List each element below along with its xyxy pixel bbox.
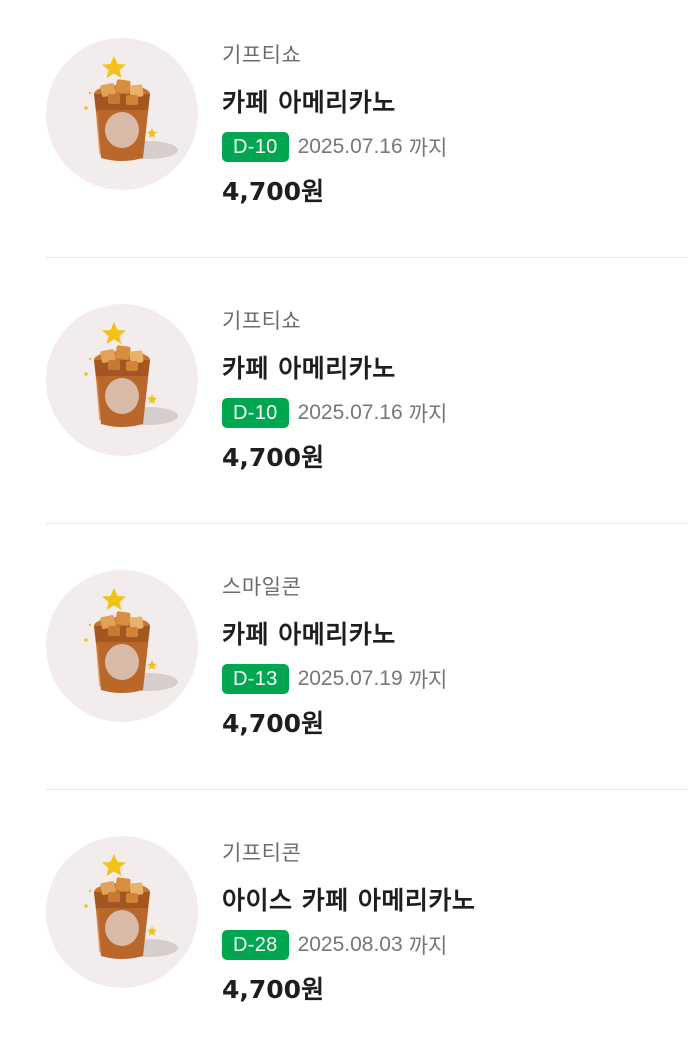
divider (46, 523, 688, 524)
expiry-date: 2025.07.16 (297, 135, 403, 158)
expiry-date: 2025.08.03 (297, 933, 403, 956)
dday-badge: D-13 (222, 664, 289, 694)
dday-badge: D-10 (222, 398, 289, 428)
item-info: 스마일콘 카페 아메리카노 D-13 2025.07.19 까지 4,700원 (222, 572, 662, 741)
dday-badge: D-28 (222, 930, 289, 960)
list-item[interactable]: 기프티콘 아이스 카페 아메리카노 D-28 2025.08.03 까지 4,7… (0, 798, 688, 1064)
price: 4,700원 (222, 177, 325, 206)
price: 4,700원 (222, 709, 325, 738)
divider (46, 257, 688, 258)
expiry-date: 2025.07.16 (297, 401, 403, 424)
product-name: 카페 아메리카노 (222, 620, 396, 649)
brand-label: 스마일콘 (222, 575, 302, 599)
brand-label: 기프티쇼 (222, 43, 302, 67)
expiry-suffix: 까지 (408, 668, 448, 692)
dday-badge: D-10 (222, 132, 289, 162)
expiry-row: D-10 2025.07.16 까지 (222, 397, 662, 429)
brand-label: 기프티콘 (222, 841, 302, 865)
brand-label: 기프티쇼 (222, 309, 302, 333)
expiry-suffix: 까지 (408, 402, 448, 426)
iced-americano-icon (46, 38, 198, 190)
expiry-row: D-28 2025.08.03 까지 (222, 929, 662, 961)
price: 4,700원 (222, 443, 325, 472)
gifticon-list: 기프티쇼 카페 아메리카노 D-10 2025.07.16 까지 4,700원 … (0, 0, 688, 1024)
expiry-row: D-13 2025.07.19 까지 (222, 663, 662, 695)
list-item[interactable]: 스마일콘 카페 아메리카노 D-13 2025.07.19 까지 4,700원 (0, 532, 688, 798)
expiry-suffix: 까지 (408, 934, 448, 958)
list-item[interactable]: 기프티쇼 카페 아메리카노 D-10 2025.07.16 까지 4,700원 (0, 266, 688, 532)
divider (46, 789, 688, 790)
product-name: 카페 아메리카노 (222, 88, 396, 117)
list-item[interactable]: 기프티쇼 카페 아메리카노 D-10 2025.07.16 까지 4,700원 (0, 0, 688, 266)
expiry-suffix: 까지 (408, 136, 448, 160)
expiry-row: D-10 2025.07.16 까지 (222, 131, 662, 163)
iced-americano-icon (46, 570, 198, 722)
item-info: 기프티쇼 카페 아메리카노 D-10 2025.07.16 까지 4,700원 (222, 40, 662, 209)
price: 4,700원 (222, 975, 325, 1004)
expiry-date: 2025.07.19 (297, 667, 403, 690)
iced-americano-icon (46, 304, 198, 456)
iced-americano-icon (46, 836, 198, 988)
product-name: 아이스 카페 아메리카노 (222, 886, 476, 915)
item-info: 기프티쇼 카페 아메리카노 D-10 2025.07.16 까지 4,700원 (222, 306, 662, 475)
product-name: 카페 아메리카노 (222, 354, 396, 383)
item-info: 기프티콘 아이스 카페 아메리카노 D-28 2025.08.03 까지 4,7… (222, 838, 662, 1007)
